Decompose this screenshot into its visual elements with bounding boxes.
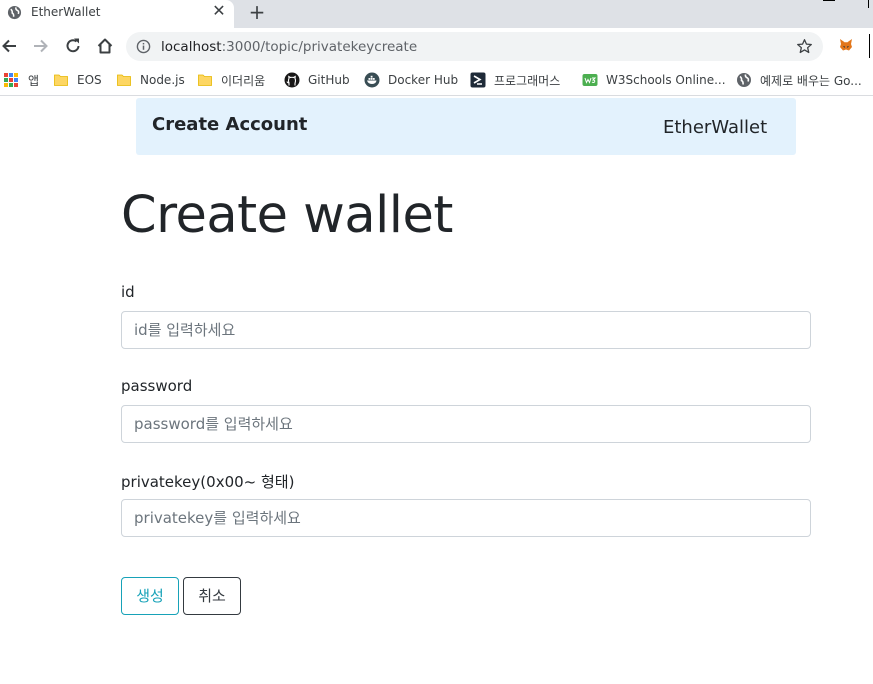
back-arrow-icon[interactable] — [0, 36, 20, 56]
navbar-brand[interactable]: Create Account — [152, 114, 307, 135]
window-maximize-button[interactable] — [868, 0, 873, 8]
privatekey-label: privatekey(0x00~ 형태) — [121, 473, 295, 491]
bookmark-eos[interactable]: EOS — [53, 70, 102, 90]
bookmark-label: 프로그래머스 — [494, 73, 561, 88]
create-button[interactable]: 생성 — [121, 577, 179, 615]
bookmark-label: W3Schools Online... — [606, 73, 726, 87]
globe-icon — [7, 5, 22, 20]
page-title: Create wallet — [121, 186, 453, 245]
bookmark-github[interactable]: GitHub — [284, 70, 350, 90]
tab-close-icon[interactable]: ✕ — [211, 3, 227, 19]
bookmark-label: Node.js — [140, 73, 185, 87]
bookmark-apps[interactable]: 앱 — [4, 70, 39, 90]
bookmarks-bar: 앱 EOS Node.js 이더리움 GitHub Docker Hub 프로그… — [0, 64, 873, 96]
privatekey-input[interactable] — [121, 499, 811, 537]
info-icon[interactable] — [136, 39, 151, 54]
url-host: localhost — [161, 39, 222, 55]
bookmark-label: GitHub — [308, 73, 350, 87]
password-label: password — [121, 377, 193, 395]
bookmark-nodejs[interactable]: Node.js — [116, 70, 185, 90]
apps-grid-icon — [4, 73, 18, 87]
bookmark-label: Docker Hub — [388, 73, 459, 87]
docker-icon — [364, 72, 380, 88]
bookmark-label: 예제로 배우는 Go... — [760, 73, 862, 88]
programmers-icon — [470, 72, 486, 88]
forward-arrow-icon[interactable] — [31, 36, 51, 56]
home-icon[interactable] — [95, 36, 115, 56]
navbar: Create Account EtherWallet — [136, 98, 796, 155]
bookmark-label: 이더리움 — [221, 73, 266, 88]
url-text[interactable]: localhost:3000/topic/privatekeycreate — [161, 39, 417, 55]
id-input[interactable] — [121, 311, 811, 349]
cancel-button[interactable]: 취소 — [183, 577, 241, 615]
address-bar[interactable]: localhost:3000/topic/privatekeycreate — [126, 32, 823, 61]
url-path: :3000/topic/privatekeycreate — [221, 39, 418, 55]
tab-strip: EtherWallet ✕ + — [0, 0, 873, 28]
globe-icon — [737, 73, 751, 87]
window-edge — [869, 34, 873, 58]
bookmark-w3schools[interactable]: W3Schools Online... — [582, 70, 726, 90]
bookmark-dockerhub[interactable]: Docker Hub — [364, 70, 458, 90]
reload-icon[interactable] — [63, 36, 83, 56]
folder-icon — [117, 74, 131, 86]
password-input[interactable] — [121, 405, 811, 443]
bookmark-programmers[interactable]: 프로그래머스 — [470, 70, 560, 90]
folder-icon — [198, 74, 212, 86]
id-label: id — [121, 283, 135, 301]
new-tab-button[interactable]: + — [248, 2, 266, 22]
w3schools-icon — [582, 74, 598, 86]
navbar-link-etherwallet[interactable]: EtherWallet — [663, 117, 767, 138]
window-minimize-button[interactable] — [823, 0, 835, 2]
bookmark-star-icon[interactable] — [796, 38, 813, 55]
tab-title: EtherWallet — [31, 5, 101, 19]
bookmark-go-examples[interactable]: 예제로 배우는 Go... — [736, 70, 862, 90]
browser-toolbar: localhost:3000/topic/privatekeycreate — [0, 28, 873, 64]
bookmark-label: EOS — [77, 73, 102, 87]
tab-etherwallet[interactable]: EtherWallet ✕ — [0, 0, 234, 28]
bookmark-label: 앱 — [28, 73, 40, 88]
folder-icon — [54, 74, 68, 86]
metamask-extension-icon[interactable] — [838, 37, 854, 53]
github-icon — [284, 72, 300, 88]
bookmark-ethereum[interactable]: 이더리움 — [197, 70, 265, 90]
